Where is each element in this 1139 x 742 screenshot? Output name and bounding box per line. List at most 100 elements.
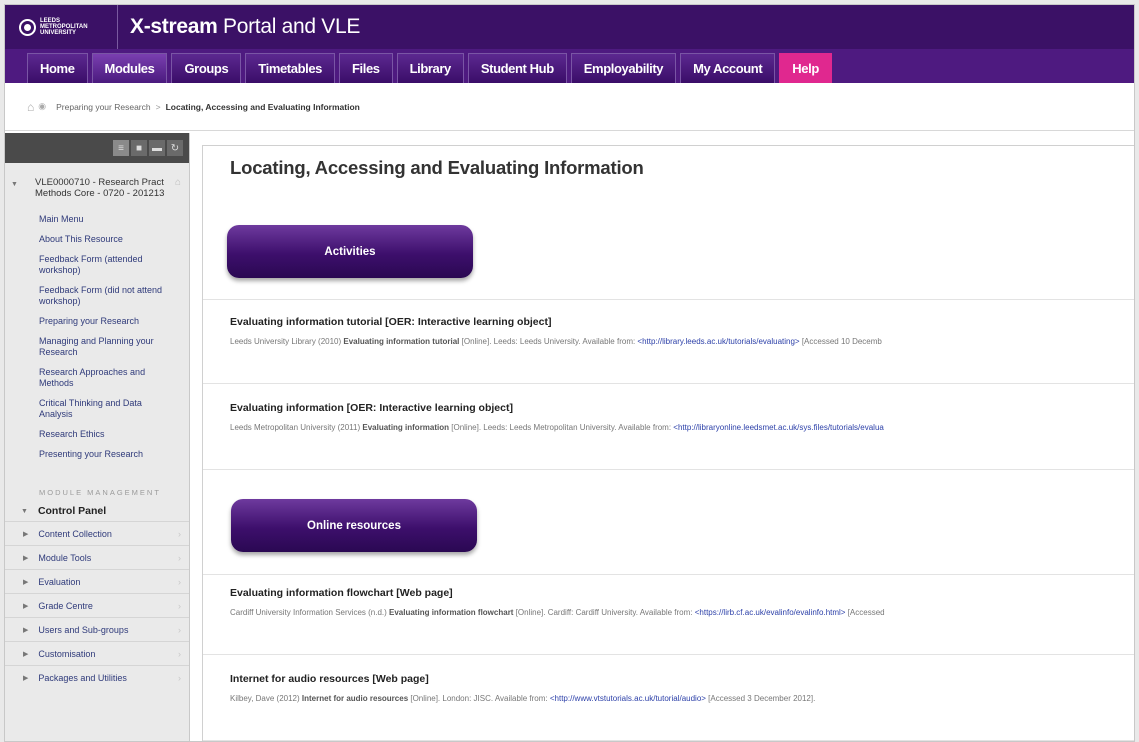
- content-panel: Locating, Accessing and Evaluating Infor…: [202, 145, 1134, 741]
- resource-entry: Evaluating information flowchart [Web pa…: [230, 587, 1134, 617]
- resource-citation: Kilbey, Dave (2012) Internet for audio r…: [230, 694, 816, 703]
- chevron-right-icon: ›: [178, 576, 181, 587]
- chevron-right-icon: ›: [178, 648, 181, 659]
- chevron-right-icon: ›: [178, 624, 181, 635]
- list-view-icon[interactable]: ≡: [113, 140, 129, 156]
- resource-entry: Evaluating information [OER: Interactive…: [230, 402, 1134, 432]
- control-item-grade-centre[interactable]: ▶ Grade Centre ›: [5, 593, 189, 617]
- control-item-evaluation[interactable]: ▶ Evaluation ›: [5, 569, 189, 593]
- divider: [203, 469, 1134, 470]
- module-management-heading: MODULE MANAGEMENT: [39, 488, 161, 497]
- university-logo[interactable]: LEEDS METROPOLITAN UNIVERSITY: [5, 5, 118, 49]
- sidebar-item-presenting[interactable]: Presenting your Research: [39, 449, 177, 460]
- resource-title[interactable]: Internet for audio resources [Web page]: [230, 673, 1134, 685]
- control-panel-label: Control Panel: [37, 505, 107, 517]
- page-title: Locating, Accessing and Evaluating Infor…: [230, 157, 644, 178]
- resource-citation: Leeds University Library (2010) Evaluati…: [230, 337, 882, 346]
- expand-caret-icon: ▶: [23, 554, 29, 562]
- resource-link[interactable]: <http://www.vtstutorials.ac.uk/tutorial/…: [550, 694, 706, 703]
- content-area: ≡ ■ ▬ ↻ ▼ VLE0000710 - Research Pract Me…: [5, 133, 1134, 741]
- resource-link[interactable]: <http://library.leeds.ac.uk/tutorials/ev…: [637, 337, 799, 346]
- control-item-label: Customisation: [38, 648, 96, 659]
- expand-caret-icon: ▶: [23, 626, 29, 634]
- portal-title: X-stream Portal and VLE: [118, 15, 360, 39]
- sidebar-item-critical-thinking[interactable]: Critical Thinking and Data Analysis: [39, 398, 177, 420]
- expand-caret-icon: ▶: [23, 650, 29, 658]
- divider: [203, 383, 1134, 384]
- divider: [203, 299, 1134, 300]
- main-content: Locating, Accessing and Evaluating Infor…: [190, 133, 1134, 741]
- tab-employability[interactable]: Employability: [570, 53, 677, 83]
- resource-citation: Leeds Metropolitan University (2011) Eva…: [230, 423, 884, 432]
- tab-student-hub[interactable]: Student Hub: [467, 53, 567, 83]
- home-icon[interactable]: ⌂: [27, 100, 34, 114]
- sidebar-item-feedback-not-attended[interactable]: Feedback Form (did not attend workshop): [39, 285, 177, 307]
- sidebar-item-about[interactable]: About This Resource: [39, 234, 177, 245]
- portal-header: LEEDS METROPOLITAN UNIVERSITY X-stream P…: [5, 5, 1134, 49]
- breadcrumb-current: Locating, Accessing and Evaluating Infor…: [165, 101, 360, 112]
- resource-citation: Cardiff University Information Services …: [230, 608, 885, 617]
- control-item-label: Users and Sub-groups: [38, 624, 129, 635]
- divider: [203, 574, 1134, 575]
- control-item-label: Content Collection: [38, 528, 112, 539]
- sidebar-toolbar: ≡ ■ ▬ ↻: [5, 133, 189, 163]
- breadcrumb-parent[interactable]: Preparing your Research: [56, 102, 151, 112]
- home-page-icon[interactable]: ⌂: [175, 177, 181, 188]
- module-sidebar: ≡ ■ ▬ ↻ ▼ VLE0000710 - Research Pract Me…: [5, 133, 190, 741]
- course-menu: Main Menu About This Resource Feedback F…: [5, 214, 189, 460]
- activities-button[interactable]: Activities: [227, 225, 473, 278]
- tab-modules[interactable]: Modules: [91, 53, 168, 83]
- control-panel-header[interactable]: ▼ Control Panel: [21, 505, 189, 517]
- breadcrumb-separator: >: [155, 101, 161, 112]
- resource-link[interactable]: <http://libraryonline.leedsmet.ac.uk/sys…: [673, 423, 884, 432]
- tab-library[interactable]: Library: [396, 53, 464, 83]
- sidebar-item-preparing[interactable]: Preparing your Research: [39, 316, 177, 327]
- collapse-caret-icon: ▼: [21, 507, 28, 515]
- breadcrumb: ⌂ ◉ Preparing your Research > Locating, …: [5, 83, 1134, 131]
- control-item-module-tools[interactable]: ▶ Module Tools ›: [5, 545, 189, 569]
- resource-entry: Evaluating information tutorial [OER: In…: [230, 316, 1134, 346]
- sidebar-item-approaches[interactable]: Research Approaches and Methods: [39, 367, 177, 389]
- refresh-icon[interactable]: ↻: [167, 140, 183, 156]
- expand-caret-icon: ▶: [23, 530, 29, 538]
- logo-text: LEEDS METROPOLITAN UNIVERSITY: [40, 18, 88, 36]
- divider: [203, 740, 1134, 741]
- resource-title[interactable]: Evaluating information [OER: Interactive…: [230, 402, 1134, 414]
- browser-frame: LEEDS METROPOLITAN UNIVERSITY X-stream P…: [4, 4, 1135, 742]
- portal-title-rest: Portal and VLE: [217, 15, 361, 38]
- course-header: ▼ VLE0000710 - Research Pract Methods Co…: [5, 163, 189, 205]
- control-item-users[interactable]: ▶ Users and Sub-groups ›: [5, 617, 189, 641]
- sidebar-item-managing[interactable]: Managing and Planning your Research: [39, 336, 177, 358]
- chevron-right-icon: ›: [178, 672, 181, 683]
- chevron-right-icon: ›: [178, 600, 181, 611]
- divider: [203, 654, 1134, 655]
- chevron-right-icon: ›: [178, 552, 181, 563]
- control-item-label: Evaluation: [38, 576, 81, 587]
- resource-link[interactable]: <https://lirb.cf.ac.uk/evalinfo/evalinfo…: [695, 608, 846, 617]
- folder-view-icon[interactable]: ■: [131, 140, 147, 156]
- tab-home[interactable]: Home: [27, 53, 88, 83]
- control-item-label: Grade Centre: [38, 600, 93, 611]
- course-title[interactable]: VLE0000710 - Research Pract Methods Core…: [35, 177, 165, 199]
- expand-caret-icon: ▶: [23, 578, 29, 586]
- window-view-icon[interactable]: ▬: [149, 140, 165, 156]
- sidebar-item-ethics[interactable]: Research Ethics: [39, 429, 177, 440]
- tab-my-account[interactable]: My Account: [680, 53, 776, 83]
- resource-title[interactable]: Evaluating information tutorial [OER: In…: [230, 316, 1134, 328]
- control-item-customisation[interactable]: ▶ Customisation ›: [5, 641, 189, 665]
- tab-help[interactable]: Help: [779, 53, 832, 83]
- resource-title[interactable]: Evaluating information flowchart [Web pa…: [230, 587, 1134, 599]
- control-item-packages[interactable]: ▶ Packages and Utilities ›: [5, 665, 189, 689]
- sidebar-item-feedback-attended[interactable]: Feedback Form (attended workshop): [39, 254, 177, 276]
- online-resources-button[interactable]: Online resources: [231, 499, 477, 552]
- sidebar-item-main-menu[interactable]: Main Menu: [39, 214, 177, 225]
- control-item-label: Module Tools: [38, 552, 92, 563]
- tab-timetables[interactable]: Timetables: [245, 53, 335, 83]
- control-item-content-collection[interactable]: ▶ Content Collection ›: [5, 521, 189, 545]
- expand-caret-icon: ▶: [23, 602, 29, 610]
- university-crest-icon: [19, 18, 36, 36]
- breadcrumb-menu-icon[interactable]: ◉: [38, 101, 46, 112]
- tab-files[interactable]: Files: [338, 53, 393, 83]
- tab-groups[interactable]: Groups: [171, 53, 242, 83]
- collapse-caret-icon[interactable]: ▼: [11, 179, 18, 190]
